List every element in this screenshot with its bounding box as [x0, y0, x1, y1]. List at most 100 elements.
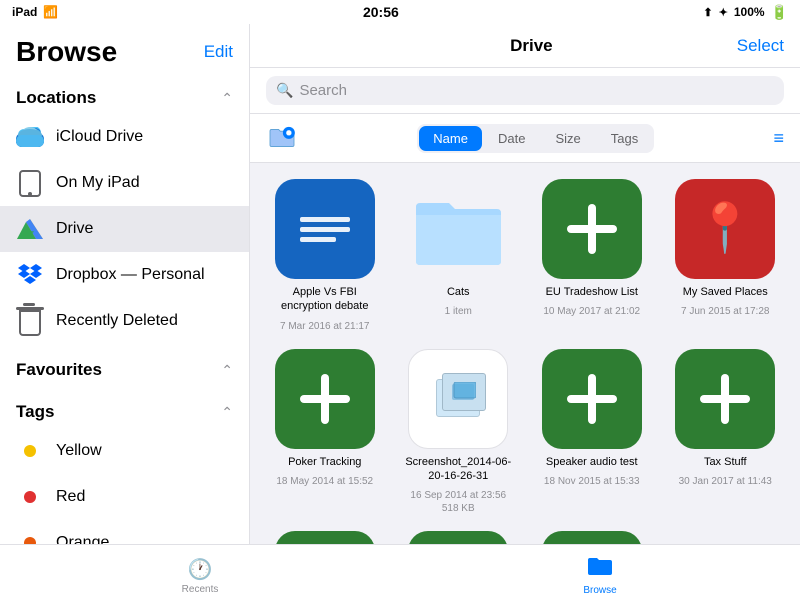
- sidebar-header: Browse Edit: [0, 24, 249, 72]
- browse-title: Browse: [16, 36, 117, 68]
- sort-tabs: Name Date Size Tags: [417, 124, 654, 153]
- file-icon-eu-tradeshow: [542, 179, 642, 279]
- files-grid: Apple Vs FBI encryption debate 7 Mar 201…: [250, 163, 800, 544]
- file-item-my-saved-places[interactable]: 📍 My Saved Places 7 Jun 2015 at 17:28: [667, 179, 785, 333]
- favourites-section-header: Favourites ⌃: [0, 344, 249, 386]
- file-item-speaker[interactable]: Speaker audio test 18 Nov 2015 at 15:33: [533, 349, 651, 516]
- file-icon-11: [542, 531, 642, 544]
- favourites-label: Favourites: [16, 360, 102, 380]
- file-name-speaker: Speaker audio test: [546, 455, 638, 469]
- file-icon-apple-fbi: [275, 179, 375, 279]
- recents-icon: 🕐: [188, 557, 213, 582]
- tags-chevron-icon[interactable]: ⌃: [221, 404, 233, 421]
- file-item-10[interactable]: [400, 531, 518, 544]
- favourites-chevron-icon[interactable]: ⌃: [221, 362, 233, 379]
- tab-browse[interactable]: Browse: [400, 549, 800, 596]
- main-container: Browse Edit Locations ⌃: [0, 24, 800, 544]
- sort-name-tab[interactable]: Name: [419, 126, 482, 151]
- file-meta-poker: 18 May 2014 at 15:52: [276, 475, 373, 488]
- file-icon-cats: [408, 179, 508, 279]
- sidebar-item-drive[interactable]: Drive: [0, 206, 249, 252]
- content-title: Drive: [510, 36, 553, 56]
- dropbox-icon: [16, 261, 44, 289]
- sidebar-item-red[interactable]: Red: [0, 474, 249, 520]
- tab-bar: 🕐 Recents Browse: [0, 544, 800, 600]
- file-meta-my-saved-places: 7 Jun 2015 at 17:28: [681, 305, 769, 318]
- file-meta-cats: 1 item: [445, 305, 472, 318]
- file-icon-9: [275, 531, 375, 544]
- content-header: Drive Select: [250, 24, 800, 68]
- file-meta-tax: 30 Jan 2017 at 11:43: [679, 475, 772, 488]
- file-name-my-saved-places: My Saved Places: [683, 285, 768, 299]
- toolbar-row: Name Date Size Tags ≡: [250, 114, 800, 163]
- edit-button[interactable]: Edit: [204, 42, 233, 62]
- sidebar-item-icloud[interactable]: iCloud Drive: [0, 114, 249, 160]
- sidebar: Browse Edit Locations ⌃: [0, 24, 250, 544]
- pin-icon: 📍: [695, 205, 755, 253]
- status-right: ⬆ ✦ 100% 🔋: [703, 4, 788, 21]
- red-tag-icon: [16, 483, 44, 511]
- file-name-poker: Poker Tracking: [288, 455, 361, 469]
- file-item-11[interactable]: [533, 531, 651, 544]
- file-icon-my-saved-places: 📍: [675, 179, 775, 279]
- file-icon-screenshot: [408, 349, 508, 449]
- file-item-tax[interactable]: Tax Stuff 30 Jan 2017 at 11:43: [667, 349, 785, 516]
- location-icon: ⬆: [703, 6, 712, 19]
- sidebar-item-orange[interactable]: Orange: [0, 520, 249, 544]
- list-view-icon[interactable]: ≡: [773, 128, 784, 149]
- file-meta-eu-tradeshow: 10 May 2017 at 21:02: [543, 305, 640, 318]
- icloud-label: iCloud Drive: [56, 128, 143, 146]
- orange-label: Orange: [56, 534, 109, 544]
- sort-tags-tab[interactable]: Tags: [597, 126, 652, 151]
- file-item-screenshot[interactable]: Screenshot_2014-06-20-16-26-31 16 Sep 20…: [400, 349, 518, 516]
- wifi-icon: 📶: [43, 5, 58, 19]
- content-area: Drive Select 🔍 Search Name Date Si: [250, 24, 800, 544]
- file-name-screenshot: Screenshot_2014-06-20-16-26-31: [400, 455, 518, 484]
- folder-svg: [411, 187, 506, 272]
- browse-folder-icon: [587, 555, 613, 583]
- file-item-eu-tradeshow[interactable]: EU Tradeshow List 10 May 2017 at 21:02: [533, 179, 651, 333]
- locations-section-header: Locations ⌃: [0, 72, 249, 114]
- sort-date-tab[interactable]: Date: [484, 126, 539, 151]
- tags-section-header: Tags ⌃: [0, 386, 249, 428]
- file-item-poker[interactable]: Poker Tracking 18 May 2014 at 15:52: [266, 349, 384, 516]
- file-meta-screenshot: 16 Sep 2014 at 23:56 518 KB: [410, 489, 506, 515]
- new-folder-button[interactable]: [266, 122, 298, 154]
- sort-size-tab[interactable]: Size: [541, 126, 594, 151]
- file-icon-poker: [275, 349, 375, 449]
- drive-icon: [16, 215, 44, 243]
- locations-chevron-icon[interactable]: ⌃: [221, 90, 233, 107]
- battery-label: 100%: [734, 5, 765, 19]
- orange-tag-icon: [16, 529, 44, 544]
- sidebar-item-dropbox[interactable]: Dropbox — Personal: [0, 252, 249, 298]
- dropbox-label: Dropbox — Personal: [56, 266, 205, 284]
- file-item-apple-fbi[interactable]: Apple Vs FBI encryption debate 7 Mar 201…: [266, 179, 384, 333]
- yellow-label: Yellow: [56, 442, 102, 460]
- file-item-9[interactable]: [266, 531, 384, 544]
- file-name-eu-tradeshow: EU Tradeshow List: [546, 285, 638, 299]
- icloud-icon: [16, 123, 44, 151]
- sidebar-item-yellow[interactable]: Yellow: [0, 428, 249, 474]
- search-bar[interactable]: 🔍 Search: [266, 76, 784, 105]
- device-label: iPad: [12, 5, 37, 19]
- locations-label: Locations: [16, 88, 96, 108]
- drive-label: Drive: [56, 220, 93, 238]
- status-time: 20:56: [363, 4, 399, 20]
- search-placeholder: Search: [299, 82, 347, 99]
- file-item-cats[interactable]: Cats 1 item: [400, 179, 518, 333]
- sidebar-item-ipad[interactable]: On My iPad: [0, 160, 249, 206]
- deleted-label: Recently Deleted: [56, 312, 178, 330]
- new-folder-icon: [268, 126, 296, 150]
- yellow-tag-icon: [16, 437, 44, 465]
- search-icon: 🔍: [276, 82, 293, 99]
- sidebar-item-deleted[interactable]: Recently Deleted: [0, 298, 249, 344]
- file-icon-tax: [675, 349, 775, 449]
- search-bar-wrapper: 🔍 Search: [250, 68, 800, 114]
- battery-icon: 🔋: [771, 4, 788, 21]
- select-button[interactable]: Select: [737, 36, 784, 56]
- status-left: iPad 📶: [12, 5, 58, 19]
- tab-recents[interactable]: 🕐 Recents: [0, 551, 400, 595]
- file-name-apple-fbi: Apple Vs FBI encryption debate: [266, 285, 384, 314]
- file-name-cats: Cats: [447, 285, 470, 299]
- browse-tab-label: Browse: [583, 585, 616, 596]
